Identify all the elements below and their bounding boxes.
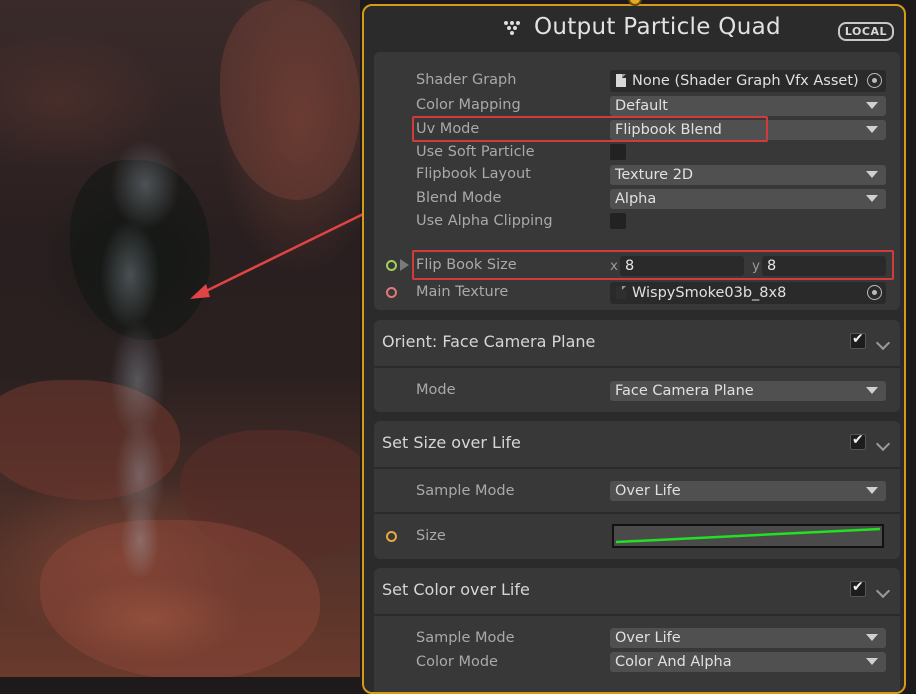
- divider: [374, 366, 900, 368]
- color-mode-dropdown[interactable]: Color And Alpha: [610, 652, 886, 672]
- texture-thumbnail-icon: [616, 286, 626, 299]
- node-title: Output Particle Quad: [534, 14, 781, 40]
- size-curve-field[interactable]: [612, 524, 884, 548]
- color-mode-value: Color And Alpha: [615, 654, 732, 670]
- block-set-size-enabled-checkbox[interactable]: [850, 432, 866, 450]
- block-set-color-header[interactable]: Set Color over Life: [374, 568, 900, 614]
- color-sample-mode-label: Sample Mode: [416, 630, 515, 646]
- block-orient-header[interactable]: Orient: Face Camera Plane: [374, 320, 900, 366]
- orient-mode-value: Face Camera Plane: [615, 383, 754, 399]
- blend-mode-label: Blend Mode: [416, 190, 502, 206]
- orient-mode-dropdown[interactable]: Face Camera Plane: [610, 381, 886, 401]
- node-header[interactable]: Output Particle Quad LOCAL: [364, 6, 904, 52]
- size-sample-mode-row: Sample Mode Over Life: [374, 481, 900, 503]
- block-set-color-enabled-checkbox[interactable]: [850, 579, 866, 597]
- dropdown-caret-icon: [866, 102, 878, 109]
- flipbook-layout-value: Texture 2D: [615, 167, 694, 183]
- use-alpha-clipping-checkbox[interactable]: [610, 213, 626, 229]
- scene-preview: [0, 0, 360, 677]
- block-orient-enabled-checkbox[interactable]: [850, 331, 866, 349]
- block-set-color-title: Set Color over Life: [382, 580, 530, 599]
- use-alpha-clipping-label: Use Alpha Clipping: [416, 213, 553, 229]
- dropdown-caret-icon: [866, 171, 878, 178]
- chevron-down-icon[interactable]: [875, 583, 891, 599]
- main-texture-field[interactable]: WispySmoke03b_8x8: [610, 282, 886, 304]
- dropdown-caret-icon: [866, 387, 878, 394]
- color-mapping-row: Color Mapping Default: [374, 95, 900, 117]
- curve-input-port[interactable]: [386, 531, 397, 542]
- object-picker-icon[interactable]: [867, 73, 882, 88]
- block-set-size-header[interactable]: Set Size over Life: [374, 421, 900, 467]
- blend-mode-value: Alpha: [615, 191, 657, 207]
- size-sample-mode-value: Over Life: [615, 483, 681, 499]
- size-sample-mode-label: Sample Mode: [416, 483, 515, 499]
- shader-graph-value: None (Shader Graph Vfx Asset): [632, 73, 859, 89]
- use-soft-particle-label: Use Soft Particle: [416, 144, 535, 160]
- color-sample-mode-value: Over Life: [615, 630, 681, 646]
- orient-mode-label: Mode: [416, 382, 456, 398]
- block-orient-title: Orient: Face Camera Plane: [382, 332, 596, 351]
- size-label: Size: [416, 528, 446, 544]
- expand-arrow-icon[interactable]: [400, 259, 409, 271]
- orient-mode-row: Mode Face Camera Plane: [374, 380, 900, 402]
- flipbook-layout-dropdown[interactable]: Texture 2D: [610, 165, 886, 185]
- shader-graph-label: Shader Graph: [416, 72, 517, 88]
- dropdown-caret-icon: [866, 126, 878, 133]
- blend-mode-row: Blend Mode Alpha: [374, 188, 900, 210]
- chevron-down-icon[interactable]: [875, 436, 891, 452]
- color-mapping-label: Color Mapping: [416, 97, 521, 113]
- use-soft-particle-checkbox[interactable]: [610, 144, 626, 160]
- divider: [374, 467, 900, 469]
- main-texture-row: Main Texture WispySmoke03b_8x8: [374, 282, 900, 304]
- flipbook-layout-label: Flipbook Layout: [416, 166, 531, 182]
- color-sample-mode-row: Sample Mode Over Life: [374, 628, 900, 650]
- color-sample-mode-dropdown[interactable]: Over Life: [610, 628, 886, 648]
- dropdown-caret-icon: [866, 634, 878, 641]
- main-texture-label: Main Texture: [416, 284, 509, 300]
- color-mapping-dropdown[interactable]: Default: [610, 96, 886, 116]
- block-orient[interactable]: Orient: Face Camera Plane Mode Face Came…: [374, 320, 900, 412]
- color-mapping-value: Default: [615, 98, 668, 114]
- flip-book-size-highlight: [412, 250, 894, 280]
- document-icon: [616, 74, 626, 87]
- use-soft-particle-row: Use Soft Particle: [374, 142, 900, 164]
- texture-input-port[interactable]: [386, 287, 397, 298]
- chevron-down-icon[interactable]: [875, 335, 891, 351]
- dropdown-caret-icon: [866, 487, 878, 494]
- object-picker-icon[interactable]: [867, 285, 882, 300]
- divider: [374, 512, 900, 514]
- vector2-input-port[interactable]: [386, 260, 397, 271]
- output-particle-quad-node[interactable]: Output Particle Quad LOCAL Shader Graph …: [362, 4, 906, 694]
- local-badge[interactable]: LOCAL: [837, 22, 894, 41]
- flipbook-layout-row: Flipbook Layout Texture 2D: [374, 164, 900, 186]
- block-set-color[interactable]: Set Color over Life Sample Mode Over Lif…: [374, 568, 900, 692]
- color-mode-label: Color Mode: [416, 654, 498, 670]
- blend-mode-dropdown[interactable]: Alpha: [610, 189, 886, 209]
- size-curve-graph: [615, 527, 881, 544]
- size-sample-mode-dropdown[interactable]: Over Life: [610, 481, 886, 501]
- uv-mode-highlight: [412, 116, 768, 142]
- main-texture-value: WispySmoke03b_8x8: [632, 285, 787, 301]
- shader-graph-row: Shader Graph None (Shader Graph Vfx Asse…: [374, 70, 900, 92]
- vfx-output-icon: [504, 21, 520, 35]
- divider: [374, 614, 900, 616]
- color-mode-row: Color Mode Color And Alpha: [374, 652, 900, 674]
- dropdown-caret-icon: [866, 195, 878, 202]
- shader-graph-field[interactable]: None (Shader Graph Vfx Asset): [610, 70, 886, 92]
- block-set-size-title: Set Size over Life: [382, 433, 521, 452]
- use-alpha-clipping-row: Use Alpha Clipping: [374, 211, 900, 233]
- block-set-size[interactable]: Set Size over Life Sample Mode Over Life…: [374, 421, 900, 559]
- dropdown-caret-icon: [866, 658, 878, 665]
- size-row: Size: [374, 524, 900, 548]
